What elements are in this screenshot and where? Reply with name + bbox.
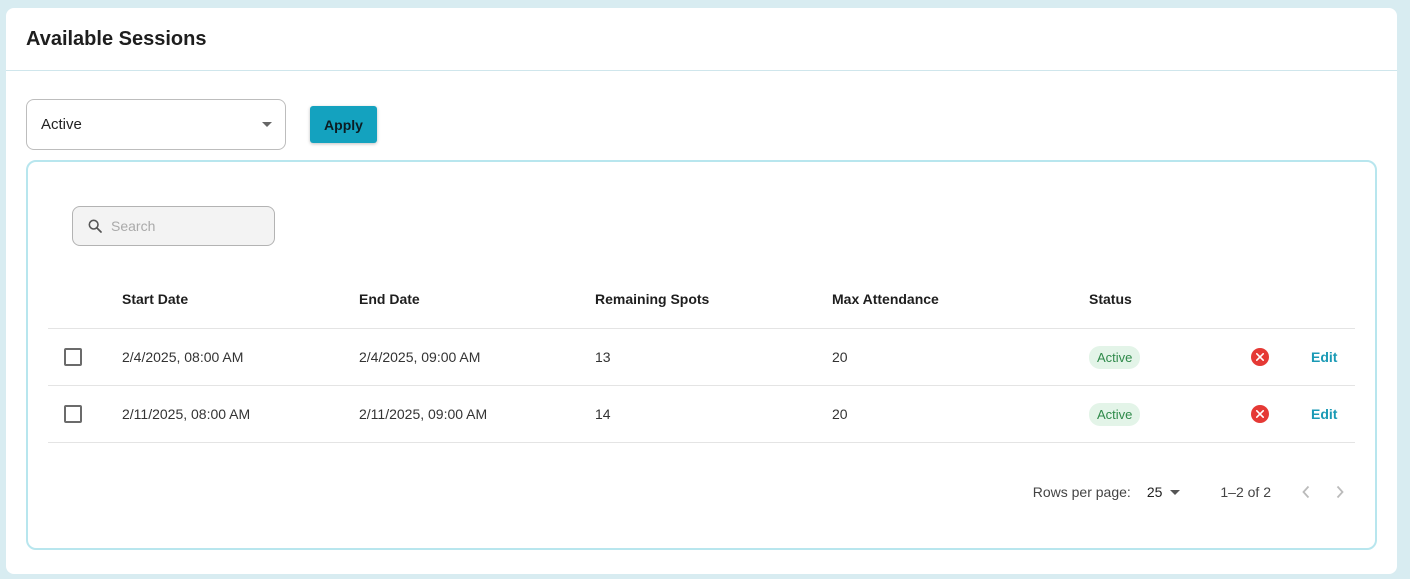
column-header-max-attendance[interactable]: Max Attendance: [832, 270, 939, 328]
chevron-right-icon: [1336, 485, 1344, 499]
chevron-left-icon: [1302, 485, 1310, 499]
start-date-cell: 2/11/2025, 08:00 AM: [122, 406, 251, 422]
edit-link[interactable]: Edit: [1311, 349, 1337, 365]
remaining-spots-cell: 14: [595, 406, 611, 422]
apply-button[interactable]: Apply: [310, 106, 377, 143]
search-icon: [88, 219, 102, 233]
page-title: Available Sessions: [26, 27, 207, 50]
table-row: 2/11/2025, 08:00 AM 2/11/2025, 09:00 AM …: [48, 386, 1355, 443]
column-header-end-date[interactable]: End Date: [359, 270, 420, 328]
filter-row: Active Apply: [26, 99, 377, 150]
card-header: Available Sessions: [6, 8, 1397, 71]
sessions-table: Start Date End Date Remaining Spots Max …: [48, 270, 1355, 443]
cancel-circle-icon[interactable]: [1251, 348, 1269, 366]
column-header-start-date[interactable]: Start Date: [122, 270, 188, 328]
row-checkbox[interactable]: [64, 348, 82, 366]
column-header-status[interactable]: Status: [1089, 270, 1132, 328]
edit-link[interactable]: Edit: [1311, 406, 1337, 422]
search-input[interactable]: [111, 218, 261, 234]
sessions-table-panel: Start Date End Date Remaining Spots Max …: [26, 160, 1377, 550]
cancel-circle-icon[interactable]: [1251, 405, 1269, 423]
status-badge: Active: [1089, 345, 1141, 369]
pagination: Rows per page: 25 1–2 of 2: [1033, 482, 1345, 502]
end-date-cell: 2/4/2025, 09:00 AM: [359, 349, 481, 365]
max-attendance-cell: 20: [832, 406, 848, 422]
status-filter-select[interactable]: Active: [26, 99, 286, 150]
row-checkbox[interactable]: [64, 405, 82, 423]
search-box[interactable]: [72, 206, 275, 246]
table-header-row: Start Date End Date Remaining Spots Max …: [48, 270, 1355, 329]
rows-per-page-label: Rows per page:: [1032, 484, 1131, 500]
chevron-down-icon: [1170, 489, 1181, 495]
end-date-cell: 2/11/2025, 09:00 AM: [359, 406, 488, 422]
chevron-down-icon: [262, 122, 272, 127]
status-filter-value: Active: [41, 116, 82, 133]
rows-per-page-select[interactable]: 25: [1147, 484, 1181, 500]
rows-per-page-value: 25: [1146, 484, 1163, 500]
sessions-card: Available Sessions Active Apply Start Da…: [6, 8, 1397, 574]
table-row: 2/4/2025, 08:00 AM 2/4/2025, 09:00 AM 13…: [48, 329, 1355, 386]
previous-page-button[interactable]: [1301, 485, 1311, 499]
pagination-range: 1–2 of 2: [1220, 484, 1271, 500]
remaining-spots-cell: 13: [595, 349, 611, 365]
status-badge: Active: [1089, 402, 1141, 426]
start-date-cell: 2/4/2025, 08:00 AM: [122, 349, 244, 365]
max-attendance-cell: 20: [832, 349, 848, 365]
column-header-remaining-spots[interactable]: Remaining Spots: [595, 270, 709, 328]
next-page-button[interactable]: [1335, 485, 1345, 499]
